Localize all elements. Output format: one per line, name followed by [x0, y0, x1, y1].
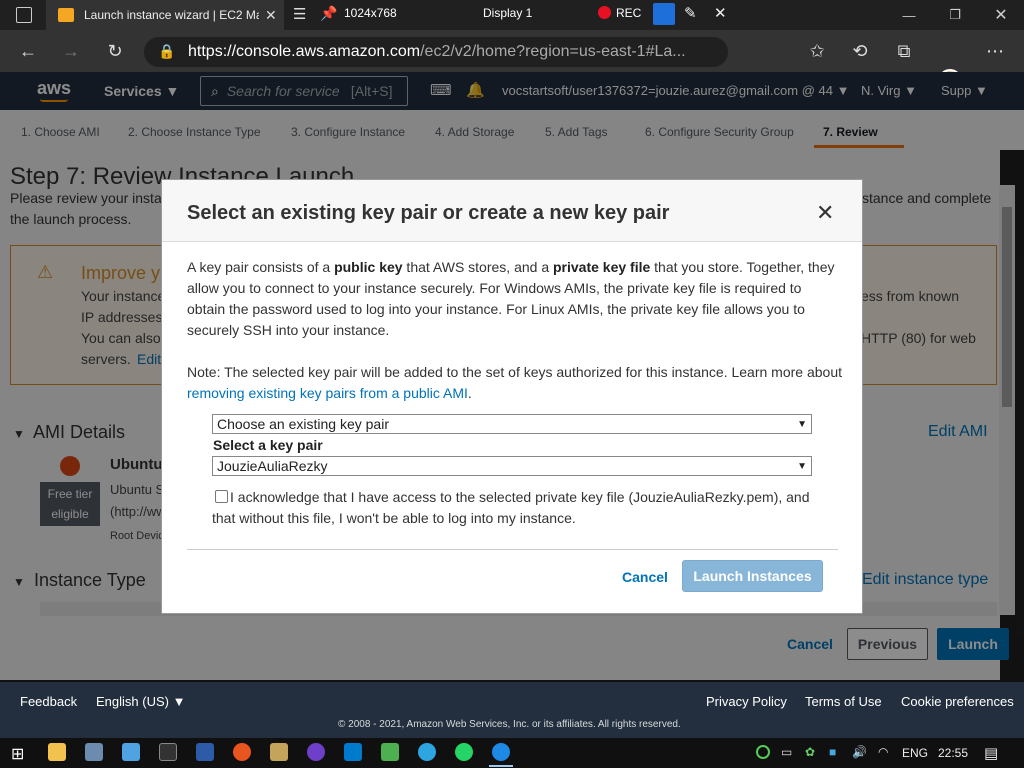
forward-icon[interactable]: →: [56, 36, 86, 66]
record-icon[interactable]: [598, 6, 611, 19]
key-pair-note: Note: The selected key pair will be adde…: [187, 362, 842, 404]
windows-start-icon[interactable]: ⊞: [11, 744, 24, 764]
key-pair-action-select[interactable]: Choose an existing key pair ▼: [212, 414, 812, 434]
remove-key-pairs-link[interactable]: removing existing key pairs from a publi…: [187, 385, 468, 401]
pin-icon[interactable]: 📌: [320, 5, 337, 22]
browser-titlebar: Launch instance wizard | EC2 Ma ✕ ☰ 📌 10…: [0, 0, 1024, 30]
screen: Launch instance wizard | EC2 Ma ✕ ☰ 📌 10…: [0, 0, 1024, 768]
clock[interactable]: 22:55: [938, 746, 968, 760]
github-icon[interactable]: [307, 743, 325, 761]
url-host: https://console.aws.amazon.com: [188, 43, 421, 60]
vscode-icon[interactable]: [344, 743, 362, 761]
note-end: .: [467, 385, 472, 401]
tray-icon-2[interactable]: ▭: [781, 745, 792, 759]
chevron-down-icon: ▼: [797, 418, 807, 430]
key-pair-select[interactable]: JouzieAuliaRezky ▼: [212, 456, 812, 476]
terms-link[interactable]: Terms of Use: [805, 694, 882, 709]
dialog-close-icon[interactable]: ✕: [816, 200, 834, 226]
chevron-down-icon: ▼: [797, 460, 807, 472]
git-icon[interactable]: [270, 743, 288, 761]
tab-actions-icon[interactable]: [16, 7, 32, 23]
camera-icon[interactable]: [653, 3, 675, 25]
lock-icon: 🔒: [158, 43, 176, 59]
note-text: Note: The selected key pair will be adde…: [187, 364, 843, 380]
tray-icon-3[interactable]: ✿: [805, 745, 815, 759]
dialog-divider: [187, 549, 838, 550]
aws-favicon-icon: [58, 8, 74, 22]
select-key-pair-label: Select a key pair: [213, 437, 323, 453]
language-select[interactable]: English (US) ▼: [96, 694, 185, 709]
privacy-link[interactable]: Privacy Policy: [706, 694, 787, 709]
back-icon[interactable]: ←: [13, 36, 43, 66]
windows-taskbar: ⊞ ▭ ✿ ■ 🔊 ◠ ENG 22:55 ▤: [0, 738, 1024, 768]
aws-footer: Feedback English (US) ▼ Privacy Policy T…: [0, 682, 1024, 738]
tray-icon-1[interactable]: [756, 745, 770, 759]
wifi-icon[interactable]: ◠: [878, 745, 888, 759]
key-pair-explanation: A key pair consists of a public key that…: [187, 257, 842, 341]
restore-icon[interactable]: ❐: [932, 0, 978, 30]
dialog-title: Select an existing key pair or create a …: [187, 202, 670, 224]
address-bar[interactable]: 🔒 https://console.aws.amazon.com/ec2/v2/…: [144, 37, 728, 67]
dialog-header: Select an existing key pair or create a …: [162, 180, 862, 242]
more-icon[interactable]: ⋯: [980, 36, 1010, 66]
explanation-text-2: that AWS stores, and a: [402, 259, 553, 275]
powershell-icon[interactable]: [196, 743, 214, 761]
history-icon[interactable]: ⟲: [845, 36, 875, 66]
app-icon-10[interactable]: [381, 743, 399, 761]
terminal-icon[interactable]: [159, 743, 177, 761]
file-explorer-icon[interactable]: [48, 743, 66, 761]
tab-close-icon[interactable]: ✕: [265, 7, 277, 24]
volume-icon[interactable]: 🔊: [852, 745, 867, 759]
acknowledge-text: I acknowledge that I have access to the …: [212, 489, 810, 526]
key-pair-dialog: Select an existing key pair or create a …: [161, 179, 863, 614]
notification-center-icon[interactable]: ▤: [984, 744, 998, 762]
telegram-icon[interactable]: [418, 743, 436, 761]
app-icon-2[interactable]: [85, 743, 103, 761]
browser-tab[interactable]: Launch instance wizard | EC2 Ma ✕: [46, 0, 284, 30]
pen-icon[interactable]: ✎: [684, 4, 697, 22]
explanation-text-1: A key pair consists of a: [187, 259, 335, 275]
explanation-public-key: public key: [334, 259, 403, 275]
language-indicator[interactable]: ENG: [902, 746, 928, 760]
display-label: Display 1: [483, 6, 533, 20]
close-recorder-icon[interactable]: ✕: [714, 4, 727, 22]
minimize-icon[interactable]: —: [886, 0, 932, 30]
active-app-indicator: [489, 765, 513, 767]
window-close-icon[interactable]: ✕: [978, 0, 1024, 30]
key-pair-action-value: Choose an existing key pair: [217, 416, 389, 432]
tab-title: Launch instance wizard | EC2 Ma: [84, 8, 259, 22]
rec-label: REC: [616, 6, 642, 20]
edge-icon[interactable]: [492, 743, 510, 761]
cookie-preferences-link[interactable]: Cookie preferences: [901, 694, 1014, 709]
explanation-private-key: private key file: [553, 259, 651, 275]
tray-icon-4[interactable]: ■: [829, 745, 836, 759]
app-icon-3[interactable]: [122, 743, 140, 761]
key-pair-value: JouzieAuliaRezky: [217, 458, 328, 474]
recording-resolution: 1024x768: [344, 6, 397, 20]
collections-icon[interactable]: ⧉: [889, 36, 919, 66]
menu-icon[interactable]: ☰: [293, 5, 306, 23]
whatsapp-icon[interactable]: [455, 743, 473, 761]
dialog-cancel-link[interactable]: Cancel: [622, 569, 668, 585]
favorites-icon[interactable]: ✩: [802, 36, 832, 66]
url-path: /ec2/v2/home?region=us-east-1#La...: [420, 43, 686, 60]
copyright-text: © 2008 - 2021, Amazon Web Services, Inc.…: [338, 719, 681, 730]
feedback-link[interactable]: Feedback: [20, 694, 77, 709]
launch-instances-button[interactable]: Launch Instances: [682, 560, 823, 592]
ubuntu-app-icon[interactable]: [233, 743, 251, 761]
refresh-icon[interactable]: ↻: [100, 36, 130, 66]
